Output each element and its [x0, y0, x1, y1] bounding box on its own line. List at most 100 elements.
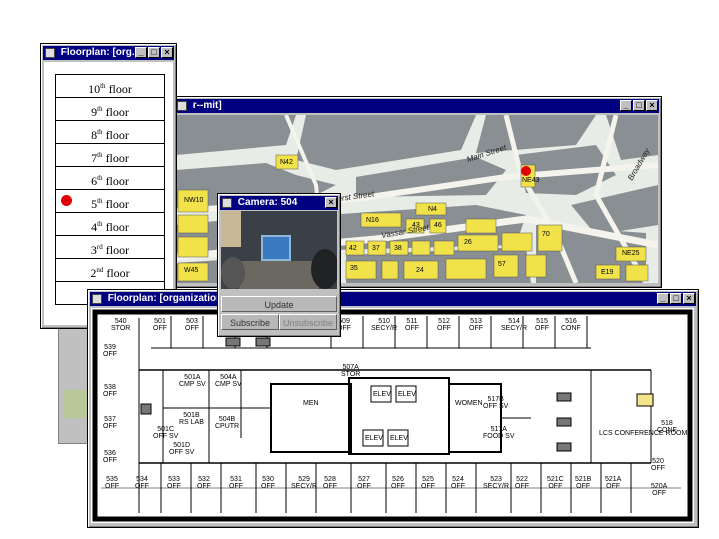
update-button[interactable]: Update [221, 296, 337, 312]
floorplan-window[interactable]: Floorplan: [organization--r _ □ × 540 ST… [87, 289, 699, 528]
room-label[interactable]: 535 OFF [105, 476, 119, 490]
room-label[interactable]: 512 OFF [437, 318, 451, 332]
room-label[interactable]: 510 SECY/R [371, 318, 397, 332]
room-label[interactable]: 524 OFF [451, 476, 465, 490]
room-type: OFF [651, 465, 665, 472]
floor-titlebar[interactable]: Floorplan: [org... _ □ × [43, 46, 174, 60]
camera-image [221, 211, 337, 289]
room-label[interactable]: 525 OFF [421, 476, 435, 490]
room-label[interactable]: 514 SECY/R [501, 318, 527, 332]
room-type: OFF SV [153, 433, 179, 440]
floor-item[interactable]: 4th floor [56, 213, 164, 236]
room-label[interactable]: 516 CONF [561, 318, 581, 332]
room-label[interactable]: 539 OFF [103, 344, 117, 358]
floor-item[interactable]: 3rd floor [56, 236, 164, 259]
room-label[interactable]: 529 SECY/R [291, 476, 317, 490]
room-label[interactable]: 520 OFF [651, 458, 665, 472]
camera-window[interactable]: Camera: 504 × Update Subscribe Unsubscri… [217, 193, 341, 337]
room-label[interactable]: 521A OFF [605, 476, 621, 490]
room-number: 533 [168, 476, 180, 483]
close-button[interactable]: × [646, 100, 658, 111]
room-label[interactable]: 501A CMP SV [179, 374, 206, 388]
room-type: CPUTR [215, 423, 240, 430]
floor-word: floor [105, 82, 132, 96]
room-label[interactable]: 538 OFF [103, 384, 117, 398]
room-label[interactable]: 526 OFF [391, 476, 405, 490]
minimize-button[interactable]: _ [657, 293, 669, 304]
minimize-button[interactable]: _ [135, 47, 147, 58]
room-type: FOOD SV [483, 433, 515, 440]
room-label[interactable]: 537 OFF [103, 416, 117, 430]
floor-item[interactable]: 2nd floor [56, 259, 164, 282]
room-type: OFF [229, 483, 243, 490]
room-type: OFF [103, 391, 117, 398]
room-label[interactable]: 523 SECY/R [483, 476, 509, 490]
room-type: OFF [437, 325, 451, 332]
room-label[interactable]: 540 STOR [111, 318, 130, 332]
room-label[interactable]: 517B OFF SV [483, 396, 508, 410]
camera-feed [221, 211, 337, 289]
room-label[interactable]: 532 OFF [197, 476, 211, 490]
room-label[interactable]: 531 OFF [229, 476, 243, 490]
room-number: 518 [661, 420, 673, 427]
floor-item[interactable]: 6th floor [56, 167, 164, 190]
floor-item[interactable]: 9th floor [56, 98, 164, 121]
floor-item[interactable]: 5th floor [56, 190, 164, 213]
floorplan-canvas[interactable]: 540STOR501OFF503OFF505OFF507OFF508SECY/R… [91, 308, 694, 523]
room-number: 531 [230, 476, 242, 483]
floor-window-title: Floorplan: [org... [60, 47, 141, 58]
room-label[interactable]: 521B OFF [575, 476, 591, 490]
floor-item[interactable]: 10th floor [56, 75, 164, 98]
room-label[interactable]: 515 OFF [535, 318, 549, 332]
camera-title: Camera: 504 [237, 197, 298, 208]
subscribe-button[interactable]: Subscribe [221, 314, 279, 330]
room-label[interactable]: 501 OFF [153, 318, 167, 332]
room-label[interactable]: 504B CPUTR [215, 416, 239, 430]
room-label[interactable]: 522 OFF [515, 476, 529, 490]
building-label: NE43 [522, 177, 540, 184]
close-button[interactable]: × [325, 197, 337, 208]
tv-icon [636, 393, 654, 407]
floor-selector-window[interactable]: Floorplan: [org... _ □ × 10th floor 9th f… [40, 43, 177, 329]
maximize-button[interactable]: □ [633, 100, 645, 111]
floor-item[interactable]: 8th floor [56, 121, 164, 144]
room-number: 529 [298, 476, 310, 483]
room-label[interactable]: 534 OFF [135, 476, 149, 490]
room-number: 504B [218, 416, 236, 423]
room-number: 514 [508, 318, 520, 325]
room-label[interactable]: 527 OFF [357, 476, 371, 490]
plan-titlebar[interactable]: Floorplan: [organization--r _ □ × [90, 292, 696, 306]
close-button[interactable]: × [161, 47, 173, 58]
room-number: 501B [183, 412, 200, 419]
room-type: STOR [341, 371, 361, 378]
room-label[interactable]: 503 OFF [185, 318, 199, 332]
room-type: OFF [357, 483, 371, 490]
minimize-button[interactable]: _ [620, 100, 632, 111]
room-label[interactable]: 501B RS LAB [179, 412, 204, 426]
floor-item[interactable]: 7th floor [56, 144, 164, 167]
selected-floor-indicator [61, 195, 72, 206]
maximize-button[interactable]: □ [670, 293, 682, 304]
room-label[interactable]: 501C OFF SV [153, 426, 178, 440]
camera-titlebar[interactable]: Camera: 504 × [220, 196, 338, 210]
room-label[interactable]: 520A OFF [651, 483, 667, 497]
room-label[interactable]: 501D OFF SV [169, 442, 194, 456]
room-label[interactable]: 521C OFF [547, 476, 564, 490]
room-label[interactable]: 536 OFF [103, 450, 117, 464]
room-type: OFF SV [483, 403, 509, 410]
room-label[interactable]: 530 OFF [261, 476, 275, 490]
room-label[interactable]: 513 OFF [469, 318, 483, 332]
room-label[interactable]: 533 OFF [167, 476, 181, 490]
maximize-button[interactable]: □ [148, 47, 160, 58]
room-label[interactable]: 504A CMP SV [215, 374, 242, 388]
room-type: SECY/R [501, 325, 528, 332]
room-label[interactable]: 507A STOR [341, 364, 360, 378]
room-number: 501A [184, 374, 201, 381]
room-label[interactable]: 517A FOOD SV [483, 426, 515, 440]
room-label[interactable]: 511 OFF [405, 318, 419, 332]
room-label[interactable]: 528 OFF [323, 476, 337, 490]
map-titlebar[interactable]: r--mit] _ □ × [175, 99, 659, 113]
room-number: 538 [104, 384, 116, 391]
close-button[interactable]: × [683, 293, 695, 304]
unsubscribe-button[interactable]: Unsubscribe [279, 314, 337, 330]
